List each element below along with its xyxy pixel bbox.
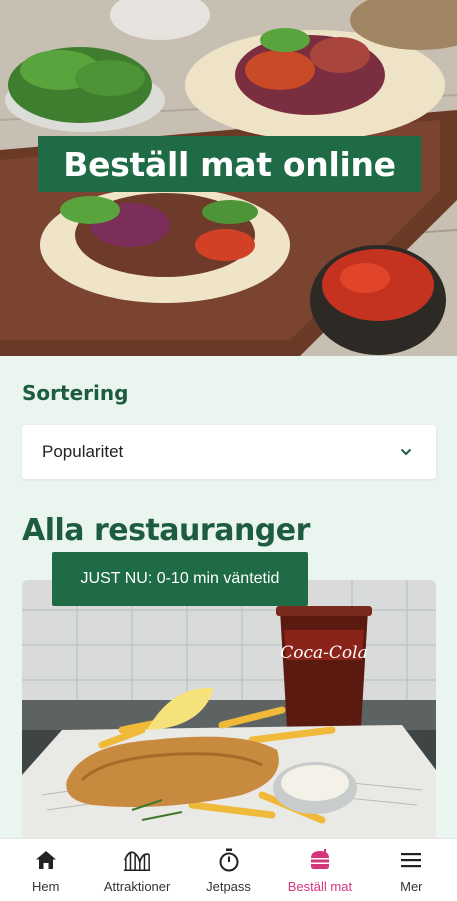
restaurant-card[interactable]: Coca-Cola <box>22 580 436 838</box>
nav-label-order-food: Beställ mat <box>287 879 353 894</box>
nav-label-attractions: Attraktioner <box>103 879 171 894</box>
bottom-navigation: Hem Attraktioner Jetpass Beställ mat Mer <box>0 838 457 901</box>
food-order-icon <box>306 847 334 873</box>
sort-label: Sortering <box>22 381 129 405</box>
nav-item-more[interactable]: Mer <box>366 839 457 901</box>
nav-item-home[interactable]: Hem <box>0 839 91 901</box>
cup-brand-text: Coca-Cola <box>280 643 367 663</box>
chevron-down-icon <box>396 442 416 462</box>
hero-title: Beställ mat online <box>38 136 421 192</box>
restaurant-food-image: Coca-Cola <box>22 580 436 838</box>
stopwatch-icon <box>215 847 243 873</box>
nav-label-jetpass: Jetpass <box>206 879 251 894</box>
nav-item-order-food[interactable]: Beställ mat <box>274 839 365 901</box>
hero-banner: Beställ mat online <box>0 0 457 356</box>
sort-dropdown[interactable]: Popularitet <box>22 425 436 479</box>
nav-item-attractions[interactable]: Attraktioner <box>91 839 182 901</box>
nav-item-jetpass[interactable]: Jetpass <box>183 839 274 901</box>
section-title: Alla restauranger <box>22 513 310 548</box>
rollercoaster-icon <box>123 847 151 873</box>
home-icon <box>32 847 60 873</box>
nav-label-home: Hem <box>31 879 60 894</box>
menu-icon <box>397 847 425 873</box>
sort-selected-value: Popularitet <box>42 442 124 461</box>
nav-label-more: Mer <box>400 879 423 894</box>
wait-time-badge: JUST NU: 0-10 min väntetid <box>52 552 308 606</box>
